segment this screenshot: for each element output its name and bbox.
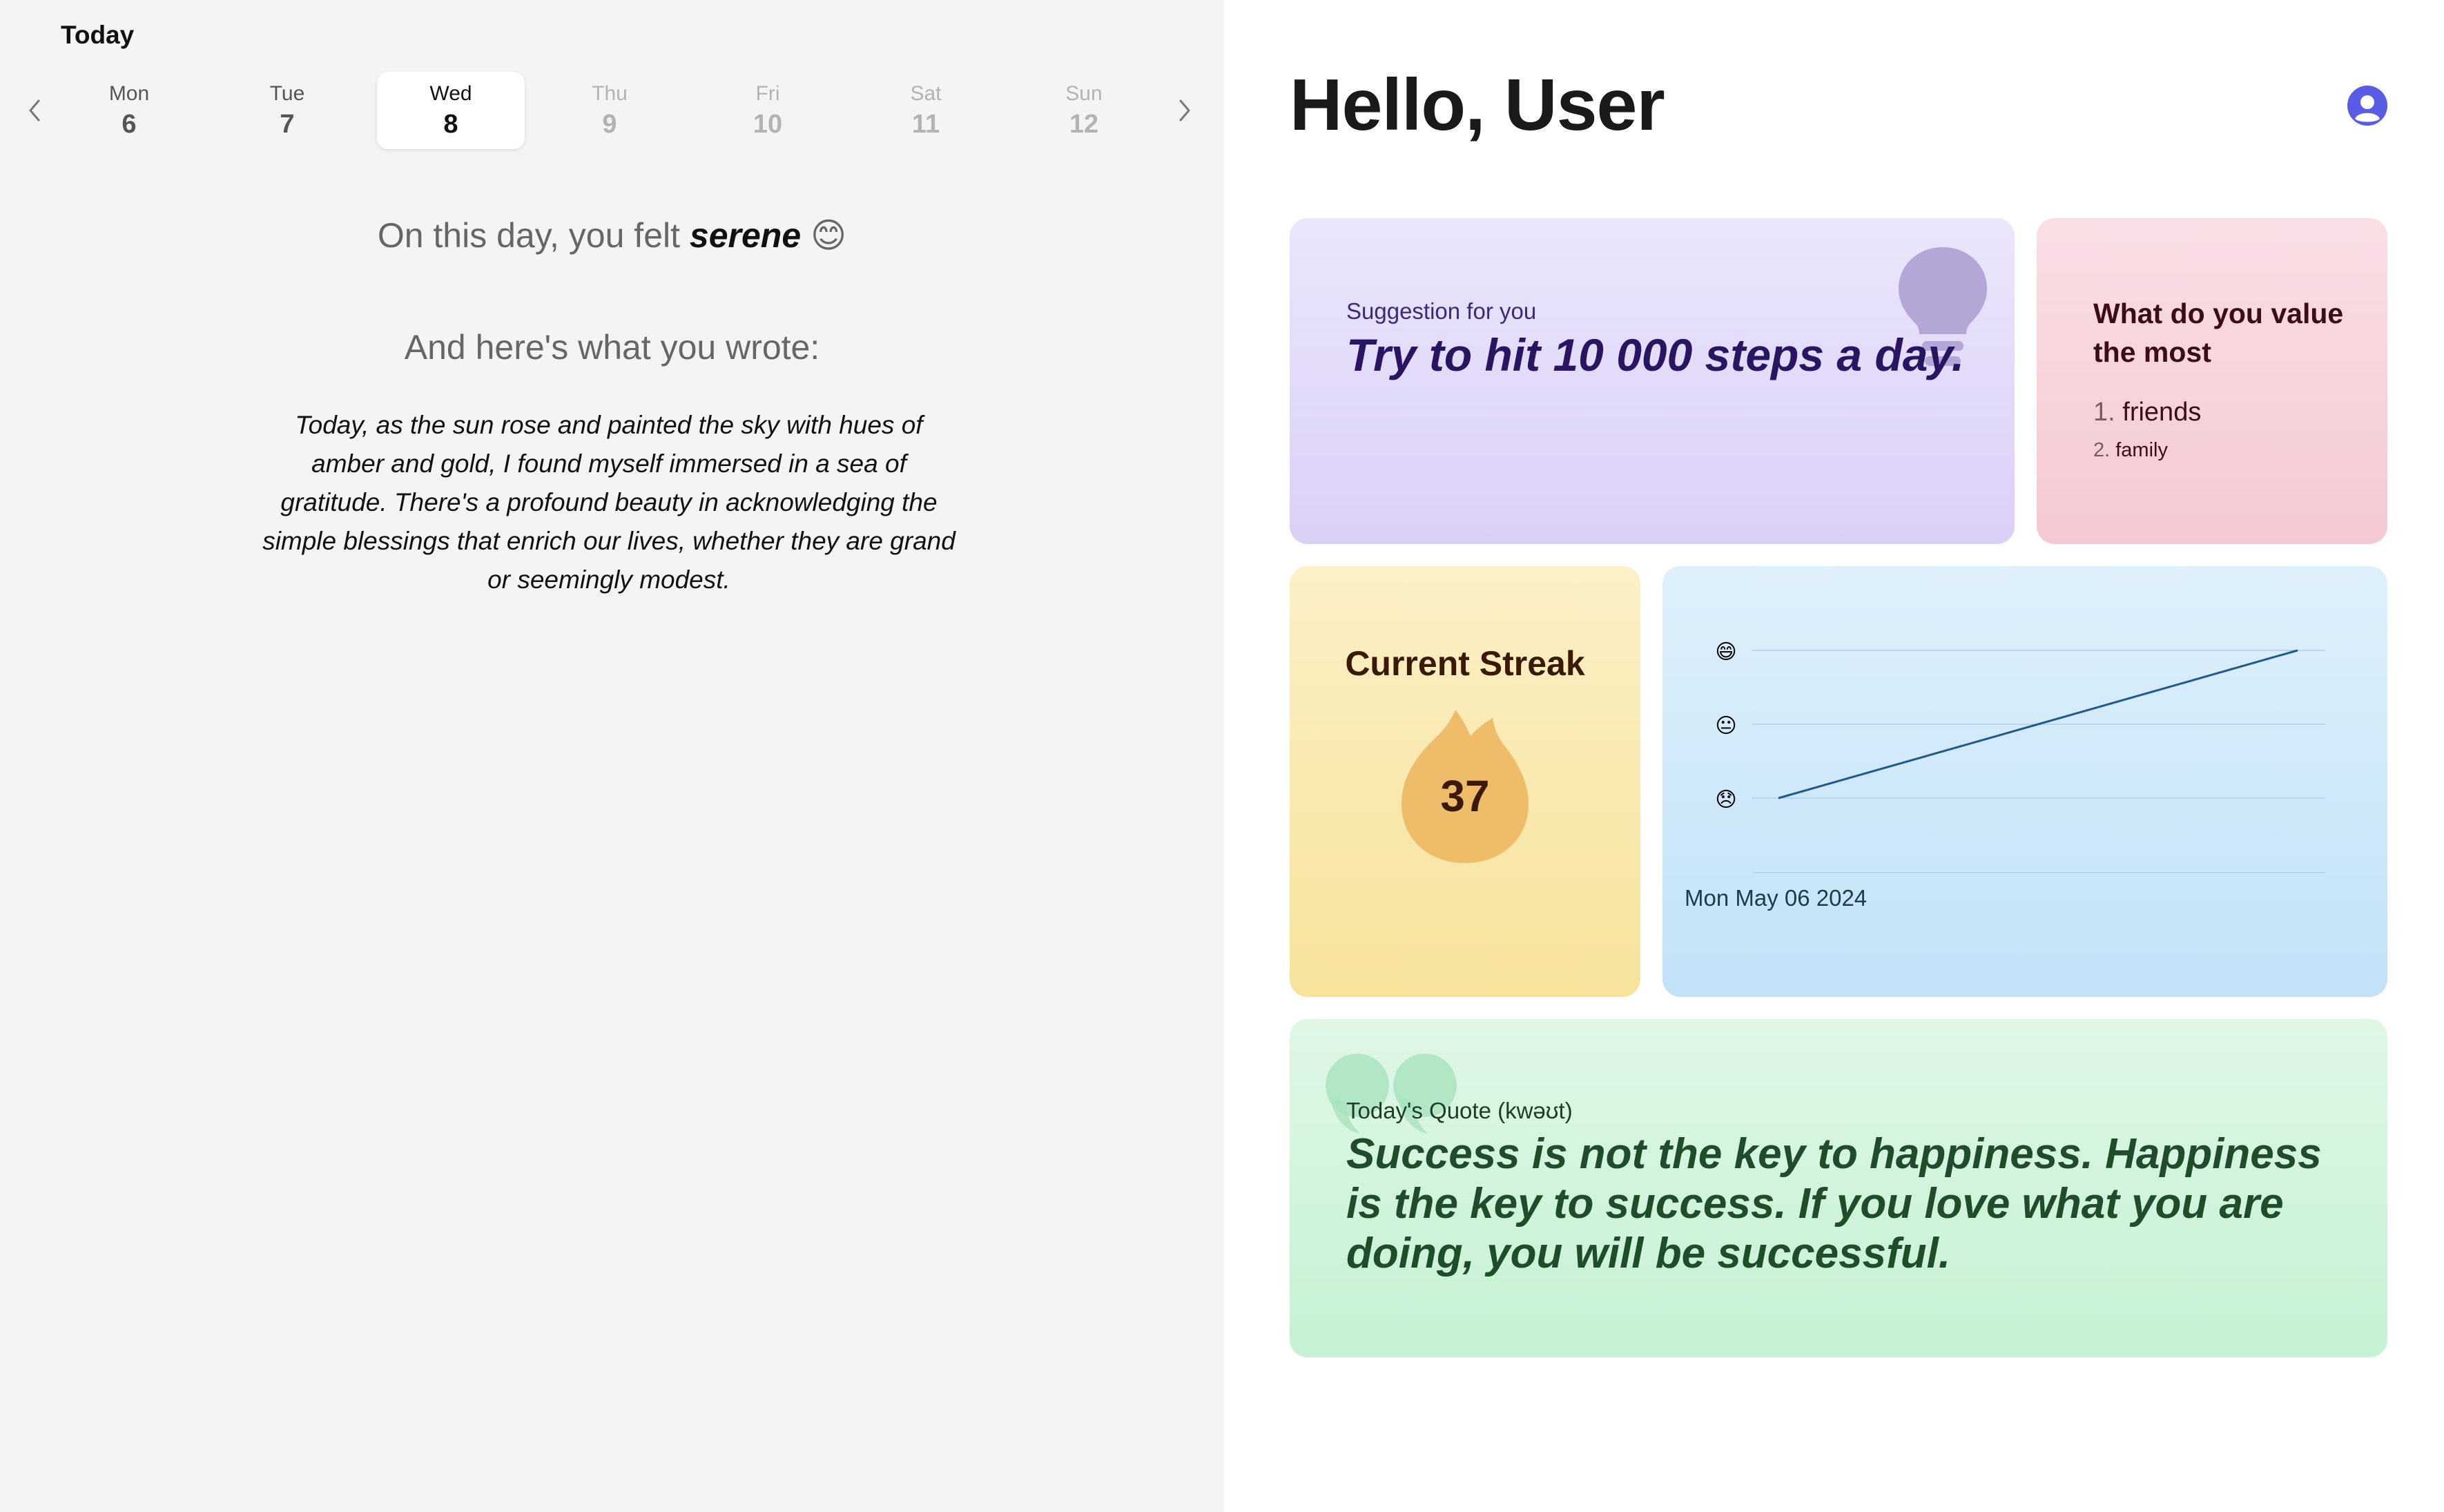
- day-name: Sun: [1065, 81, 1103, 105]
- day-thu[interactable]: Thu 9: [536, 72, 683, 149]
- mood-chart-card[interactable]: 😞 😐 😄 Mon May 06 2024: [1662, 566, 2387, 997]
- next-week-button[interactable]: [1171, 97, 1199, 124]
- day-number: 6: [122, 109, 137, 139]
- day-tue[interactable]: Tue 7: [213, 72, 361, 149]
- chart-date-label: Mon May 06 2024: [1685, 885, 1868, 911]
- day-name: Thu: [592, 81, 628, 105]
- day-name: Mon: [108, 81, 150, 105]
- day-number: 11: [911, 109, 940, 139]
- mood-line-chart: 😞 😐 😄: [1715, 640, 2325, 873]
- suggestion-card[interactable]: Suggestion for you Try to hit 10 000 ste…: [1290, 218, 2015, 544]
- day-name: Fri: [755, 81, 780, 105]
- values-list-item: 2. family: [2093, 439, 2168, 462]
- chevron-left-icon: [29, 99, 40, 122]
- journal-entry-text: Today, as the sun rose and painted the s…: [262, 411, 956, 594]
- day-fri[interactable]: Fri 10: [694, 72, 842, 149]
- day-name: Wed: [429, 81, 472, 105]
- mood-summary: On this day, you felt serene 😊: [0, 215, 1224, 255]
- quote-card[interactable]: Today's Quote (kwəʊt) Success is not the…: [1290, 1019, 2387, 1357]
- values-question: What do you value the most: [2093, 298, 2344, 368]
- day-number: 10: [753, 109, 783, 139]
- values-item-number: 1.: [2093, 398, 2115, 427]
- day-sat[interactable]: Sat 11: [852, 72, 1000, 149]
- day-name: Tue: [269, 81, 305, 105]
- day-number: 7: [280, 109, 295, 139]
- values-item-label: friends: [2122, 398, 2202, 427]
- week-day-selector: Mon 6 Tue 7 Wed 8 Thu 9 Fri 10 Sat 11 Su…: [55, 72, 1160, 149]
- today-heading: Today: [61, 21, 135, 49]
- mood-summary-prefix: On this day, you felt: [377, 216, 680, 255]
- streak-title: Current Streak: [1345, 644, 1585, 683]
- values-item-number: 2.: [2093, 439, 2111, 461]
- day-number: 12: [1069, 109, 1099, 139]
- suggestion-text: Try to hit 10 000 steps a day.: [1346, 329, 1965, 380]
- quote-text: Success is not the key to happiness. Hap…: [1346, 1130, 2322, 1277]
- y-tick-label: 😐: [1715, 714, 1736, 738]
- day-name: Sat: [910, 81, 942, 105]
- day-wed[interactable]: Wed 8: [377, 72, 525, 149]
- values-list-item: 1. friends: [2093, 398, 2201, 427]
- previous-week-button[interactable]: [21, 97, 48, 124]
- streak-card[interactable]: Current Streak 37: [1290, 566, 1640, 997]
- journal-day-panel: Today Mon 6 Tue 7 Wed 8 Thu 9 Fri 10 Sat…: [0, 0, 1224, 1512]
- y-tick-label: 😞: [1715, 788, 1736, 812]
- values-card[interactable]: What do you value the most 1. friends 2.…: [2037, 218, 2387, 544]
- entry-heading: And here's what you wrote:: [404, 328, 820, 367]
- day-mon[interactable]: Mon 6: [55, 72, 203, 149]
- mood-emoji: 😊: [811, 216, 847, 255]
- quote-label: Today's Quote (kwəʊt): [1346, 1098, 1573, 1123]
- greeting-title: Hello, User: [1290, 64, 1665, 146]
- user-avatar-icon: [2347, 86, 2387, 126]
- values-item-label: family: [2115, 439, 2168, 461]
- mood-word: serene: [689, 216, 802, 255]
- user-avatar-button[interactable]: [2347, 86, 2387, 126]
- y-tick-label: 😄: [1715, 640, 1736, 664]
- streak-count: 37: [1440, 771, 1490, 821]
- day-number: 8: [443, 109, 458, 139]
- day-number: 9: [602, 109, 617, 139]
- suggestion-label: Suggestion for you: [1346, 298, 1537, 324]
- day-sun[interactable]: Sun 12: [1010, 72, 1158, 149]
- chevron-right-icon: [1179, 99, 1190, 122]
